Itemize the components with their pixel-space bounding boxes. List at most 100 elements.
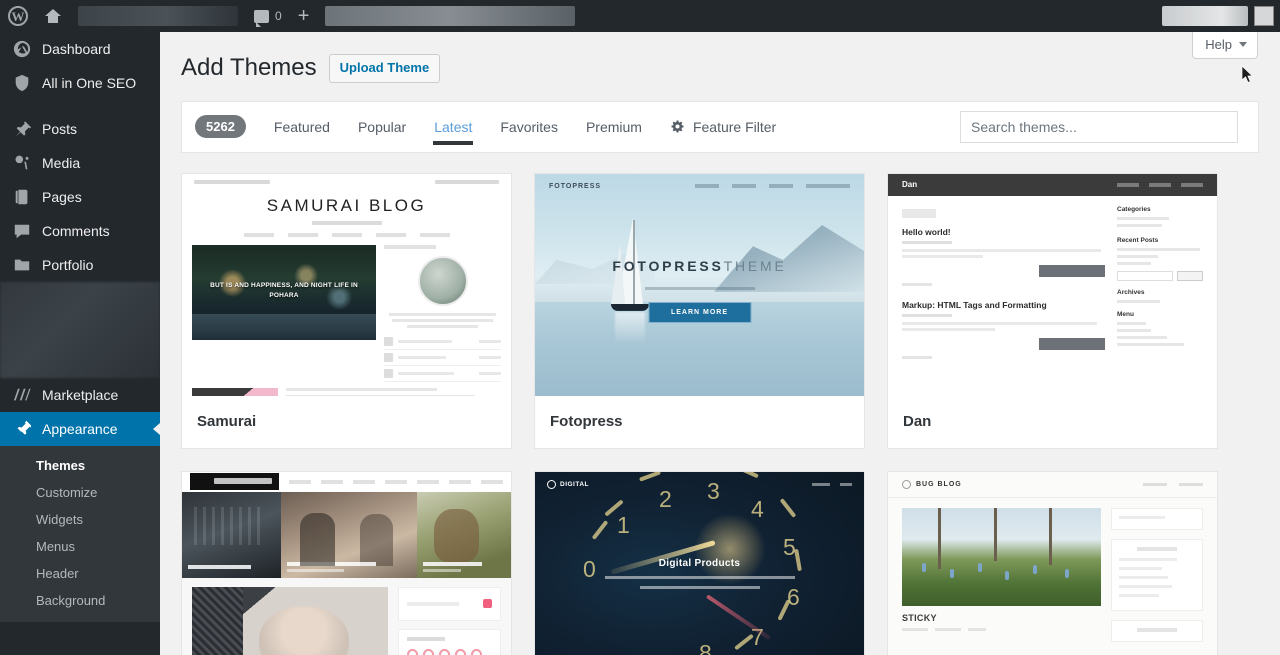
tab-favorites[interactable]: Favorites bbox=[486, 101, 572, 153]
sidebar-item-portfolio[interactable]: Portfolio bbox=[0, 248, 160, 282]
tab-popular[interactable]: Popular bbox=[344, 101, 420, 153]
sidebar-item-header[interactable]: Header bbox=[0, 560, 160, 587]
theme-name: Samurai bbox=[197, 413, 257, 431]
dashboard-icon bbox=[12, 39, 32, 59]
preview-logo: Dan bbox=[902, 180, 918, 190]
sidebar-item-label: Comments bbox=[42, 223, 110, 239]
page-header: Add Themes Upload Theme bbox=[160, 32, 1280, 83]
sidebar-item-marketplace[interactable]: Marketplace bbox=[0, 378, 160, 412]
sidebar-blurred-plugin-items bbox=[0, 282, 160, 378]
paintbrush-icon bbox=[12, 419, 32, 439]
avatar bbox=[1254, 6, 1274, 26]
sidebar-item-label: All in One SEO bbox=[42, 75, 137, 91]
preview-logo: BUG BLOG bbox=[916, 480, 962, 488]
sidebar-item-themes[interactable]: Themes bbox=[0, 452, 160, 479]
preview-site-title: SAMURAI BLOG bbox=[266, 195, 427, 215]
preview-hero-text: BUT IS AND HAPPINESS, AND NIGHT LIFE IN … bbox=[210, 281, 358, 299]
preview-title-light: THEME bbox=[723, 257, 787, 274]
sidebar-item-customize[interactable]: Customize bbox=[0, 479, 160, 506]
sidebar-item-all-in-one-seo[interactable]: All in One SEO bbox=[0, 66, 160, 100]
sidebar-item-comments[interactable]: Comments bbox=[0, 214, 160, 248]
account-name-blurred bbox=[1162, 6, 1248, 26]
digital-products-preview: DIGITAL 0 1 2 3 4 5 6 7 8 Digital Produc… bbox=[535, 471, 864, 655]
theme-card[interactable]: DIGITAL 0 1 2 3 4 5 6 7 8 Digital Produc… bbox=[534, 470, 865, 655]
sidebar-item-dashboard[interactable]: Dashboard bbox=[0, 32, 160, 66]
shield-icon bbox=[12, 73, 32, 93]
tab-featured[interactable]: Featured bbox=[260, 101, 344, 153]
theme-card[interactable]: SAMURAI BLOG BUT IS AND HAPPINESS, AND N… bbox=[181, 172, 512, 449]
marketplace-icon bbox=[12, 385, 32, 405]
theme-card[interactable] bbox=[181, 470, 512, 655]
plus-icon: + bbox=[297, 5, 310, 27]
theme-card[interactable]: BUG BLOG STICKY bbox=[887, 470, 1218, 655]
theme-screenshot[interactable]: BUG BLOG STICKY bbox=[888, 471, 1217, 655]
help-label: Help bbox=[1205, 37, 1232, 52]
theme-screenshot[interactable]: FOTOPRESS FOTOPRESSTHEME LEARN MORE bbox=[535, 173, 864, 396]
chevron-down-icon bbox=[1239, 42, 1247, 47]
sidebar-item-media[interactable]: Media bbox=[0, 146, 160, 180]
preview-post-title: Hello world! bbox=[902, 226, 951, 237]
sidebar-item-pages[interactable]: Pages bbox=[0, 180, 160, 214]
theme-card[interactable]: FOTOPRESS FOTOPRESSTHEME LEARN MORE Foto… bbox=[534, 172, 865, 449]
page-icon bbox=[12, 187, 32, 207]
heart-icon bbox=[483, 599, 492, 609]
tab-premium[interactable]: Premium bbox=[572, 101, 656, 153]
menu-separator bbox=[0, 100, 160, 112]
preview-photo bbox=[902, 507, 1101, 606]
theme-name: Dan bbox=[903, 413, 932, 431]
theme-screenshot[interactable]: Dan Hello world! Markup: HTML Tags and F… bbox=[888, 173, 1217, 396]
comment-bubble-icon bbox=[254, 9, 269, 27]
help-tab-wrapper: Help bbox=[1192, 32, 1258, 59]
sidebar-item-label: Posts bbox=[42, 121, 78, 137]
theme-screenshot[interactable] bbox=[182, 471, 511, 655]
theme-name: Fotopress bbox=[550, 413, 623, 431]
new-content-menu[interactable]: + bbox=[290, 0, 318, 32]
site-name-menu[interactable] bbox=[36, 0, 70, 32]
preview-widget-title: Categories bbox=[1117, 205, 1151, 213]
wp-logo-menu[interactable]: W bbox=[0, 0, 36, 32]
preview-photo bbox=[192, 586, 388, 655]
folder-icon bbox=[12, 255, 32, 275]
home-icon bbox=[44, 7, 62, 25]
feature-filter-label: Feature Filter bbox=[692, 118, 777, 135]
samurai-preview: SAMURAI BLOG BUT IS AND HAPPINESS, AND N… bbox=[182, 173, 511, 396]
search-input[interactable] bbox=[960, 110, 1238, 143]
preview-title: Digital Products bbox=[658, 557, 741, 569]
admin-bar: W 0 + bbox=[0, 0, 1280, 32]
help-button[interactable]: Help bbox=[1192, 32, 1258, 59]
theme-grid: SAMURAI BLOG BUT IS AND HAPPINESS, AND N… bbox=[181, 172, 1259, 655]
preview-widget-title: Recent Posts bbox=[1117, 236, 1159, 244]
theme-screenshot[interactable]: DIGITAL 0 1 2 3 4 5 6 7 8 Digital Produc… bbox=[535, 471, 864, 655]
sidebar-item-label: Pages bbox=[42, 189, 82, 205]
sidebar-item-menus[interactable]: Menus bbox=[0, 533, 160, 560]
comments-menu[interactable]: 0 bbox=[246, 0, 290, 32]
bug-blog-preview: BUG BLOG STICKY bbox=[888, 471, 1217, 655]
upload-theme-button[interactable]: Upload Theme bbox=[328, 54, 441, 83]
sidebar-item-background[interactable]: Background bbox=[0, 587, 160, 614]
sidebar-item-label: Appearance bbox=[42, 421, 118, 437]
gauge-icon bbox=[547, 479, 556, 489]
mouse-cursor bbox=[1242, 66, 1254, 83]
theme-screenshot[interactable]: SAMURAI BLOG BUT IS AND HAPPINESS, AND N… bbox=[182, 173, 511, 396]
tab-latest[interactable]: Latest bbox=[420, 101, 486, 153]
theme-card[interactable]: Dan Hello world! Markup: HTML Tags and F… bbox=[887, 172, 1218, 449]
site-name-blurred bbox=[70, 0, 246, 32]
dan-preview: Dan Hello world! Markup: HTML Tags and F… bbox=[888, 173, 1217, 396]
sidebar-item-widgets[interactable]: Widgets bbox=[0, 506, 160, 533]
preview-post-title: Markup: HTML Tags and Formatting bbox=[902, 299, 1047, 310]
preview-hero-image: BUT IS AND HAPPINESS, AND NIGHT LIFE IN … bbox=[192, 244, 376, 340]
comment-count: 0 bbox=[275, 9, 282, 23]
lifestyle-preview bbox=[182, 471, 511, 655]
preview-widget-title: Menu bbox=[1117, 310, 1134, 318]
gear-icon bbox=[671, 120, 684, 133]
admin-sidebar-menu: Dashboard All in One SEO Posts Media Pag… bbox=[0, 32, 160, 655]
preview-title-bold: FOTOPRESS bbox=[612, 257, 724, 274]
sidebar-item-posts[interactable]: Posts bbox=[0, 112, 160, 146]
main-content: Help Add Themes Upload Theme 5262 Featur… bbox=[160, 32, 1280, 655]
comment-bubble-icon bbox=[12, 221, 32, 241]
pin-icon bbox=[12, 119, 32, 139]
adminbar-account-area[interactable] bbox=[1162, 6, 1280, 26]
sidebar-item-appearance[interactable]: Appearance bbox=[0, 412, 160, 446]
theme-count-badge: 5262 bbox=[195, 115, 246, 139]
feature-filter-button[interactable]: Feature Filter bbox=[656, 119, 776, 135]
